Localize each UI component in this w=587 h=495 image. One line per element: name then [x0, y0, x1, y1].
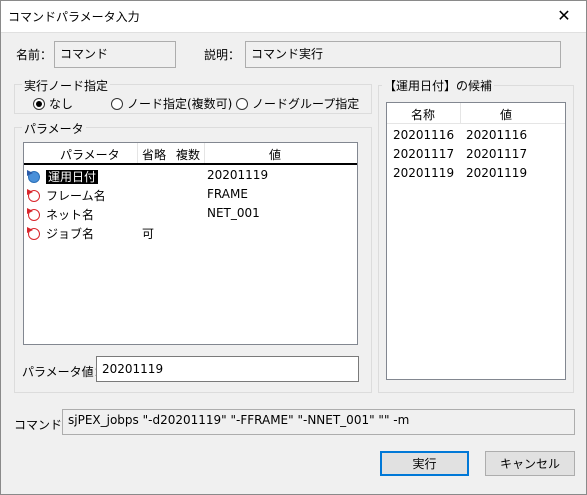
candidate-name: 20201116 [393, 128, 455, 142]
param-value: NET_001 [207, 206, 260, 220]
radio-node-group-indicator [236, 97, 248, 110]
radio-node-group[interactable]: ノードグループ指定 [236, 95, 359, 112]
col-param[interactable]: パラメータ [60, 146, 120, 163]
candidate-name: 20201119 [393, 166, 455, 180]
description-field: コマンド実行 [245, 41, 561, 68]
cancel-button[interactable]: キャンセル [485, 451, 575, 476]
radio-node-specify-label: ノード指定(複数可) [127, 97, 233, 111]
candidates-legend: 【運用日付】の候補 [382, 77, 495, 94]
col-multi[interactable]: 複数 [176, 146, 200, 163]
command-field: sjPEX_jobps "-d20201119" "-FFRAME" "-NNE… [62, 409, 575, 435]
command-value: sjPEX_jobps "-d20201119" "-FFRAME" "-NNE… [68, 413, 410, 427]
description-label: 説明： [204, 48, 241, 62]
param-name: ネット名 [46, 208, 95, 222]
param-row[interactable]: フレーム名 FRAME [24, 185, 357, 204]
radio-node-specify-indicator [111, 97, 123, 110]
node-group-legend: 実行ノード指定 [22, 77, 111, 94]
name-value: コマンド [60, 47, 109, 61]
list-focus-line [24, 163, 357, 165]
radio-none-label: なし [49, 97, 74, 111]
col-cand-value[interactable]: 値 [500, 106, 512, 123]
param-row[interactable]: ジョブ名 可 [24, 223, 357, 242]
close-icon: ✕ [557, 6, 571, 25]
param-value: 20201119 [207, 168, 269, 182]
radio-none[interactable]: なし [33, 95, 73, 112]
param-name: 運用日付 [46, 170, 99, 184]
param-name: ジョブ名 [46, 227, 95, 241]
name-label: 名前： [16, 48, 53, 62]
param-listview[interactable]: パラメータ 省略 複数 値 運用日付 20201119 フレーム名 FRAME … [23, 142, 358, 345]
param-list-header: パラメータ 省略 複数 値 [24, 143, 357, 164]
title-bar: コマンドパラメータ入力 ✕ [0, 0, 587, 33]
name-field: コマンド [54, 41, 176, 68]
candidates-listview[interactable]: 名称 値 20201116 20201116 20201117 20201117… [386, 102, 566, 380]
red-flag-param-icon [27, 227, 40, 240]
param-value-input[interactable] [96, 356, 359, 382]
candidate-name: 20201117 [393, 147, 455, 161]
param-row[interactable]: 運用日付 20201119 [24, 166, 357, 185]
param-value: FRAME [207, 187, 248, 201]
run-button[interactable]: 実行 [380, 451, 469, 476]
description-value: コマンド実行 [251, 47, 324, 61]
radio-node-specify[interactable]: ノード指定(複数可) [111, 95, 232, 112]
candidate-value: 20201119 [466, 166, 528, 180]
candidates-list-header: 名称 値 [387, 103, 565, 124]
param-omit: 可 [142, 227, 155, 241]
col-cand-name[interactable]: 名称 [411, 106, 435, 123]
param-group-legend: パラメータ [22, 120, 86, 137]
candidate-row[interactable]: 20201116 20201116 [387, 126, 565, 145]
run-button-label: 実行 [412, 457, 437, 471]
radio-none-indicator [33, 97, 45, 110]
param-value-label: パラメータ値： [22, 365, 106, 379]
red-flag-param-icon [27, 189, 40, 202]
radio-node-group-label: ノードグループ指定 [252, 97, 360, 111]
blue-param-icon [27, 170, 40, 183]
red-flag-param-icon [27, 208, 40, 221]
close-button[interactable]: ✕ [541, 0, 587, 31]
param-name: フレーム名 [46, 189, 106, 203]
cancel-button-label: キャンセル [499, 457, 560, 471]
col-omit[interactable]: 省略 [142, 146, 166, 163]
candidate-row[interactable]: 20201119 20201119 [387, 164, 565, 183]
window-title: コマンドパラメータ入力 [8, 10, 140, 24]
candidate-value: 20201116 [466, 128, 528, 142]
col-value[interactable]: 値 [269, 146, 281, 163]
param-row[interactable]: ネット名 NET_001 [24, 204, 357, 223]
candidate-row[interactable]: 20201117 20201117 [387, 145, 565, 164]
candidate-value: 20201117 [466, 147, 528, 161]
